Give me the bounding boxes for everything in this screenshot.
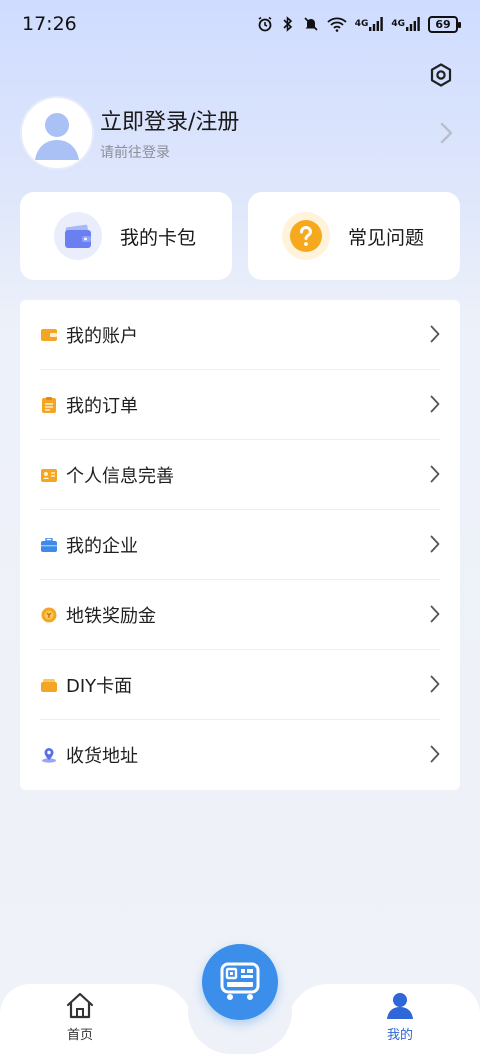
- chevron-right-icon: [430, 325, 440, 347]
- network-1-label: 4G: [354, 19, 369, 29]
- menu-item-label: 我的订单: [66, 396, 138, 417]
- menu-list: 我的账户 我的订单 个人信息完善 我的企业 地铁奖励金 DIY卡面 收货地址: [20, 300, 460, 790]
- default-avatar-icon: [22, 98, 92, 168]
- settings-button[interactable]: [426, 60, 456, 90]
- tab-home[interactable]: 首页: [40, 992, 120, 1052]
- card-face-icon: [40, 676, 58, 694]
- menu-item-shipping-address[interactable]: 收货地址: [40, 720, 440, 790]
- signal-2-icon: 4G: [391, 17, 420, 31]
- menu-item-label: 地铁奖励金: [66, 606, 156, 627]
- question-icon-wrap: [282, 212, 330, 260]
- menu-item-label: DIY卡面: [66, 676, 133, 697]
- quick-card-wallet-label: 我的卡包: [120, 226, 197, 249]
- menu-item-diy-card[interactable]: DIY卡面: [40, 650, 440, 720]
- menu-item-label: 个人信息完善: [66, 466, 174, 487]
- location-icon: [40, 746, 58, 764]
- settings-icon: [430, 63, 452, 87]
- menu-item-enterprise[interactable]: 我的企业: [40, 510, 440, 580]
- briefcase-icon: [40, 536, 58, 554]
- tab-mine[interactable]: 我的: [360, 992, 440, 1052]
- menu-item-orders[interactable]: 我的订单: [40, 370, 440, 440]
- menu-item-account[interactable]: 我的账户: [40, 300, 440, 370]
- account-icon: [40, 326, 58, 344]
- status-time: 17:26: [22, 13, 77, 35]
- chevron-right-icon: [430, 535, 440, 557]
- quick-card-faq[interactable]: 常见问题: [248, 192, 460, 280]
- wallet-icon: [65, 224, 91, 248]
- mute-bell-icon: [303, 16, 319, 32]
- bluetooth-icon: [281, 16, 295, 32]
- status-bar: 17:26 4G 4G 69: [0, 0, 480, 48]
- chevron-right-icon: [430, 605, 440, 627]
- tab-mine-label: 我的: [386, 1028, 413, 1043]
- wifi-icon: [327, 16, 347, 32]
- tab-home-label: 首页: [66, 1028, 93, 1043]
- avatar[interactable]: [20, 96, 94, 170]
- signal-1-icon: 4G: [355, 17, 384, 31]
- person-icon: [387, 993, 413, 1019]
- bus-qr-icon: [220, 962, 260, 1000]
- alarm-icon: [257, 16, 273, 32]
- status-icons: 4G 4G 69: [257, 15, 461, 33]
- menu-item-label: 我的账户: [66, 326, 138, 347]
- wallet-icon-wrap: [54, 212, 102, 260]
- chevron-right-icon: [430, 465, 440, 487]
- chevron-right-icon: [430, 675, 440, 697]
- menu-item-metro-reward[interactable]: 地铁奖励金: [40, 580, 440, 650]
- quick-card-wallet[interactable]: 我的卡包: [20, 192, 232, 280]
- ride-qr-code-button[interactable]: [202, 944, 278, 1020]
- chevron-right-icon: [430, 395, 440, 417]
- menu-item-label: 我的企业: [66, 536, 138, 557]
- profile-login-row[interactable]: 立即登录/注册 请前往登录: [20, 96, 460, 172]
- network-2-label: 4G: [391, 19, 405, 29]
- login-register-title[interactable]: 立即登录/注册: [100, 104, 239, 136]
- quick-card-faq-label: 常见问题: [348, 226, 425, 249]
- order-icon: [40, 396, 58, 414]
- chevron-right-icon: [430, 745, 440, 767]
- menu-item-personal-info[interactable]: 个人信息完善: [40, 440, 440, 510]
- menu-item-label: 收货地址: [66, 746, 138, 767]
- question-icon: [290, 220, 322, 252]
- battery-indicator: 69: [428, 15, 461, 33]
- home-icon: [66, 992, 94, 1019]
- chevron-right-icon: [440, 122, 454, 148]
- login-subtitle: 请前往登录: [100, 145, 170, 161]
- id-card-icon: [40, 466, 58, 484]
- coin-icon: [40, 606, 58, 624]
